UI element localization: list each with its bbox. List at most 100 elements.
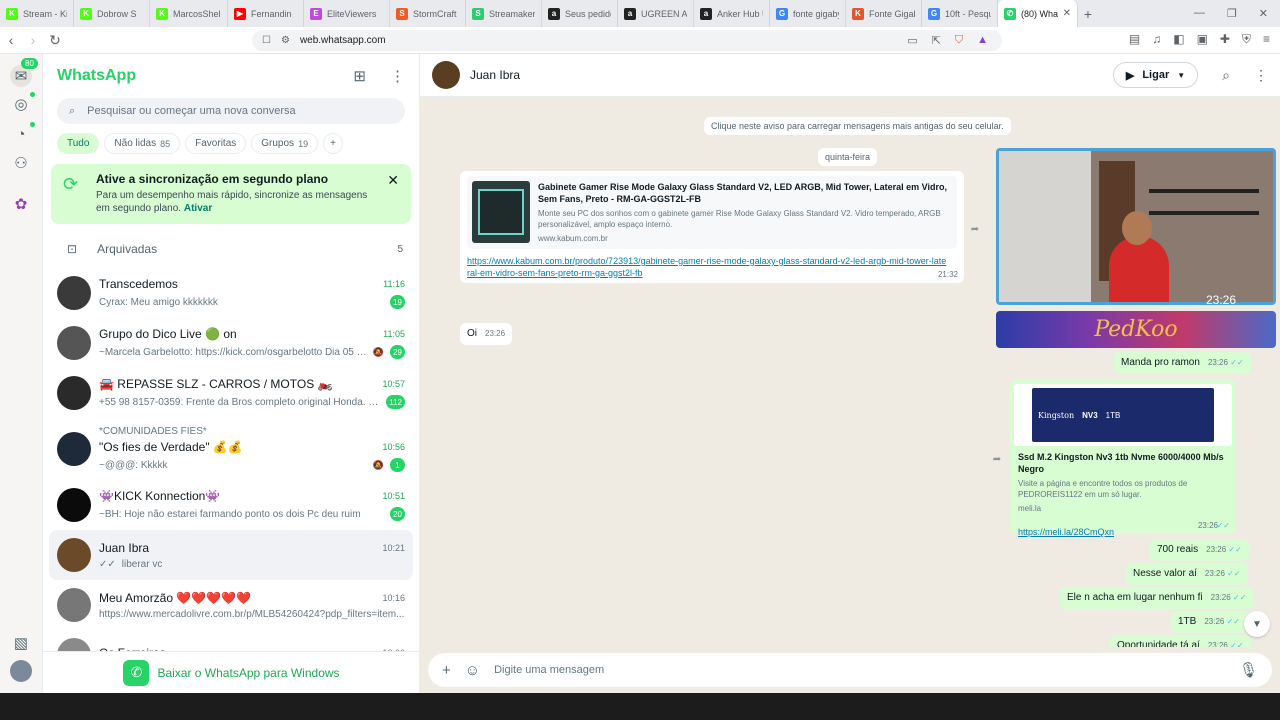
tab-10[interactable]: Gfonte gigaby: [770, 0, 846, 27]
download-text[interactable]: Baixar o WhatsApp para Windows: [157, 666, 339, 680]
message-out[interactable]: 700 reais 23:26 ✓✓: [1150, 539, 1249, 561]
tab-6[interactable]: S Streamaker: [466, 0, 542, 27]
add-filter-button[interactable]: +: [323, 133, 343, 154]
more-options-icon[interactable]: ⋮: [390, 67, 405, 85]
conversation-header[interactable]: Juan Ibra ▶ Ligar ▼ ⌕ ⋮: [420, 54, 1280, 97]
chat-row[interactable]: Grupo do Dico Live 🟢 on 11:05 ~Marcela Gar…: [43, 318, 419, 368]
message-out[interactable]: Manda pro ramon 23:26 ✓✓: [1114, 352, 1251, 374]
channels-icon[interactable]: ◔: [10, 123, 32, 145]
chat-row[interactable]: 👾KICK Konnection👾 10:51 ~BH: Hoje não esta…: [43, 480, 419, 530]
tab-4[interactable]: E EliteViewers: [304, 0, 390, 27]
filter-chip[interactable]: Não lidas 85: [104, 133, 181, 154]
chat-preview: https://www.mercadolivre.com.br/p/MLB542…: [99, 608, 405, 620]
message-time: 23:26: [1207, 358, 1228, 367]
close-tab-icon[interactable]: ✕: [1063, 8, 1071, 19]
message-in[interactable]: Oi 23:26: [460, 323, 513, 345]
load-older-notice[interactable]: Clique neste aviso para carregar mensage…: [704, 117, 1011, 135]
profile-avatar[interactable]: [10, 660, 32, 682]
link-url[interactable]: https://www.kabum.com.br/produto/723913/…: [467, 255, 947, 279]
chat-row[interactable]: Transcedemos 11:16 Cyrax: Meu amigo kkkkkk…: [43, 268, 419, 318]
forward-icon[interactable]: ›: [22, 32, 44, 48]
new-tab-button[interactable]: +: [1078, 6, 1098, 22]
restore-icon[interactable]: ❐: [1227, 7, 1237, 20]
close-icon[interactable]: ✕: [387, 172, 399, 189]
sticker-icon[interactable]: ☺: [465, 662, 480, 679]
filter-chip[interactable]: Grupos 19: [251, 133, 319, 154]
search-bar[interactable]: ⌕ Pesquisar ou começar uma nova conversa: [57, 98, 405, 124]
communities-icon[interactable]: ⚇: [10, 152, 32, 174]
scroll-down-button[interactable]: ▼: [1244, 611, 1270, 637]
rewards-icon[interactable]: ▲: [977, 34, 988, 47]
sidebar-icon[interactable]: ▤: [1129, 32, 1140, 47]
notice-desc: Para um desempenho mais rápido, sincroni…: [96, 189, 381, 215]
chats-unread-badge: 80: [21, 58, 38, 69]
activate-link[interactable]: Ativar: [184, 203, 212, 214]
contact-avatar[interactable]: [432, 61, 460, 89]
reload-icon[interactable]: ↻: [44, 32, 66, 49]
media-icon[interactable]: ▧: [10, 632, 32, 654]
chat-list: Transcedemos 11:16 Cyrax: Meu amigo kkkkkk…: [43, 268, 419, 680]
music-icon[interactable]: ♫: [1152, 32, 1161, 47]
tab-8[interactable]: a UGREEN Ada: [618, 0, 694, 27]
message-out[interactable]: 1TB 23:26 ✓✓: [1171, 611, 1248, 633]
product-message[interactable]: Kingston NV3 1TB Ssd M.2 Kingston Nv3 1t…: [1010, 380, 1236, 537]
chat-row[interactable]: *COMUNIDADES FIES* "Os fies de Verdade" 💰…: [43, 418, 419, 480]
new-chat-icon[interactable]: ⊞: [353, 67, 366, 85]
chat-row[interactable]: Juan Ibra 10:21 ✓✓ liberar vc: [49, 530, 413, 580]
url-text[interactable]: web.whatsapp.com: [300, 35, 386, 46]
chat-preview: +55 98 8157-0359: Frente da Bros complet…: [99, 396, 381, 408]
microphone-icon[interactable]: 🎙: [1239, 661, 1258, 679]
tab-2[interactable]: K MarcosShellk: [150, 0, 228, 27]
minimize-icon[interactable]: —: [1194, 7, 1205, 20]
link-preview[interactable]: Gabinete Gamer Rise Mode Galaxy Glass St…: [467, 176, 957, 249]
tab-11[interactable]: K Fonte Gigab: [846, 0, 922, 27]
tab-list: K Stream - Kick K Dobrow S K MarcosShellk ▶ Fer…: [0, 0, 1078, 27]
share-icon[interactable]: ⇱: [932, 34, 941, 47]
call-button[interactable]: ▶ Ligar ▼: [1112, 62, 1199, 88]
ssd-card: Kingston NV3 1TB: [1032, 388, 1214, 442]
stream-logo-banner[interactable]: PedKoo: [996, 311, 1276, 348]
address-bar[interactable]: ☐ ⚙ web.whatsapp.com ▭ ⇱ ⛉ ▲: [252, 30, 1002, 51]
read-ticks-icon: ✓✓: [1227, 358, 1244, 367]
product-url[interactable]: https://meli.la/28CmQxn: [1018, 526, 1228, 538]
chat-menu-icon[interactable]: ⋮: [1254, 67, 1268, 84]
tab-12[interactable]: G 10ft - Pesqui: [922, 0, 998, 27]
contact-name[interactable]: Juan Ibra: [470, 68, 520, 82]
bookmark-icon[interactable]: ☐: [262, 35, 271, 46]
link-message[interactable]: Gabinete Gamer Rise Mode Galaxy Glass St…: [460, 171, 964, 283]
search-input[interactable]: Pesquisar ou começar uma nova conversa: [87, 105, 296, 117]
tab-13[interactable]: ✆ (80) Wha ✕: [998, 0, 1078, 27]
filter-chip[interactable]: Favoritas: [185, 133, 247, 154]
chat-row[interactable]: 🚘 REPASSE SLZ - CARROS / MOTOS 🏍️ 10:57 +5…: [43, 368, 419, 418]
message-input[interactable]: Digite uma mensagem: [494, 664, 1225, 676]
attach-icon[interactable]: +: [442, 662, 451, 679]
tab-0[interactable]: K Stream - Kick: [0, 0, 74, 27]
message-out[interactable]: Ele n acha em lugar nenhum fi 23:26 ✓✓: [1060, 587, 1254, 609]
filter-chip[interactable]: Tudo: [57, 133, 100, 154]
wallet-icon[interactable]: ▣: [1197, 32, 1208, 47]
back-icon[interactable]: ‹: [0, 32, 22, 48]
tab-9[interactable]: a Anker Hub U: [694, 0, 770, 27]
menu-icon[interactable]: ≡: [1263, 32, 1270, 47]
forward-icon[interactable]: ➦: [988, 450, 1006, 468]
tab-1[interactable]: K Dobrow S: [74, 0, 150, 27]
site-info-icon[interactable]: ⚙: [281, 35, 290, 46]
tab-7[interactable]: a Seus pedidos: [542, 0, 618, 27]
close-window-icon[interactable]: ✕: [1259, 7, 1268, 20]
stream-image[interactable]: 23:26: [996, 148, 1276, 305]
forward-icon[interactable]: ➦: [966, 220, 984, 238]
message-out[interactable]: Nesse valor aí 23:26 ✓✓: [1126, 563, 1248, 585]
cast-icon[interactable]: ▭: [907, 34, 917, 47]
tab-5[interactable]: S StormCraft: [390, 0, 466, 27]
search-messages-icon[interactable]: ⌕: [1222, 67, 1230, 84]
brave-shield-icon[interactable]: ⛉: [955, 34, 963, 47]
panel-icon[interactable]: ◧: [1173, 32, 1184, 47]
download-banner[interactable]: ✆ Baixar o WhatsApp para Windows: [43, 651, 419, 693]
status-icon[interactable]: ◎: [10, 93, 32, 115]
archived-row[interactable]: ⊡ Arquivadas 5: [43, 230, 419, 268]
chat-row[interactable]: Meu Amorzão ❤️❤️❤️❤️❤️ 10:16 https://www.m…: [43, 580, 419, 630]
extensions-icon[interactable]: ✚: [1220, 32, 1230, 47]
tab-3[interactable]: ▶ Fernandin: [228, 0, 304, 27]
vpn-icon[interactable]: ⛨: [1242, 32, 1251, 47]
meta-ai-icon[interactable]: ✿: [10, 193, 32, 215]
